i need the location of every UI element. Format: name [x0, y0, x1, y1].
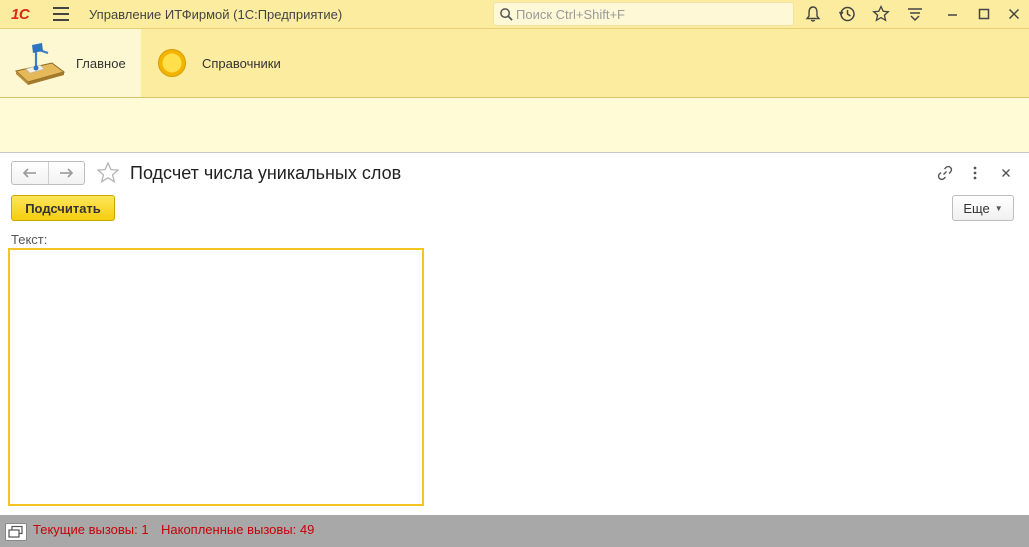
minimize-icon[interactable]: [944, 5, 962, 23]
favorite-star-icon[interactable]: [96, 161, 120, 185]
current-calls[interactable]: Текущие вызовы: 1: [33, 522, 149, 537]
arrow-left-icon: [22, 168, 36, 178]
functions-panel: [0, 98, 1029, 153]
title-bar: 1С Управление ИТФирмой (1С:Предприятие) …: [0, 0, 1029, 29]
history-icon[interactable]: [838, 5, 856, 23]
close-window-icon[interactable]: [1005, 5, 1023, 23]
favorites-star-icon[interactable]: [872, 5, 890, 23]
search-placeholder: Поиск Ctrl+Shift+F: [516, 7, 625, 22]
text-input[interactable]: [8, 248, 424, 506]
chevron-down-icon: ▼: [994, 203, 1003, 213]
link-icon[interactable]: [936, 164, 954, 182]
section-main-label: Главное: [76, 55, 126, 71]
form-area: Подсчет числа уникальных слов Подсчитать…: [0, 153, 1029, 515]
search-icon: [500, 8, 513, 21]
yellow-circle-icon: [158, 49, 186, 77]
form-title: Подсчет числа уникальных слов: [130, 163, 402, 183]
status-bar: Текущие вызовы: 1 Накопленные вызовы: 49: [0, 515, 1029, 547]
search-input[interactable]: Поиск Ctrl+Shift+F: [493, 2, 794, 26]
sections-panel: Главное Справочники: [0, 29, 1029, 98]
forward-button[interactable]: [49, 162, 85, 184]
more-button-label: Еще: [963, 200, 990, 216]
accumulated-calls[interactable]: Накопленные вызовы: 49: [161, 522, 314, 537]
app-title: Управление ИТФирмой (1С:Предприятие): [89, 7, 343, 22]
main-menu-icon[interactable]: [53, 7, 69, 21]
close-form-icon[interactable]: [997, 164, 1015, 182]
nav-buttons: [11, 161, 85, 185]
desk-lamp-icon: [14, 43, 66, 85]
bell-icon[interactable]: [804, 5, 822, 23]
more-vertical-icon[interactable]: [966, 164, 984, 182]
section-main[interactable]: Главное: [0, 29, 141, 97]
back-button[interactable]: [12, 162, 49, 184]
text-field-label: Текст:: [11, 232, 48, 247]
maximize-icon[interactable]: [975, 5, 993, 23]
more-button[interactable]: Еще ▼: [952, 195, 1014, 221]
settings-dropdown-icon[interactable]: [906, 5, 924, 23]
windows-list-icon[interactable]: [5, 523, 27, 541]
section-catalogs-label: Справочники: [202, 55, 281, 71]
arrow-right-icon: [60, 168, 74, 178]
app-logo: 1С: [11, 6, 30, 23]
count-button[interactable]: Подсчитать: [11, 195, 115, 221]
section-catalogs[interactable]: Справочники: [141, 29, 311, 97]
